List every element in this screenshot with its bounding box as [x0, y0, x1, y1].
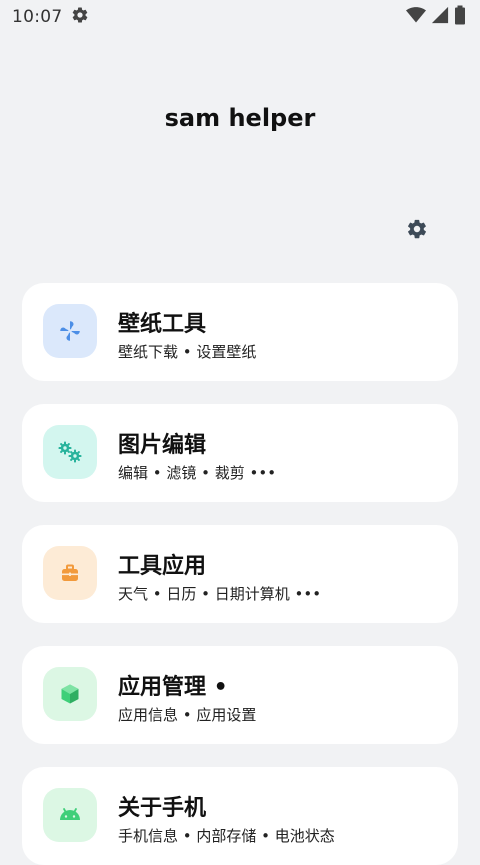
card-image-editing[interactable]: 图片编辑 编辑 • 滤镜 • 裁剪 •••	[22, 404, 458, 502]
card-icon-container	[43, 667, 97, 721]
settings-button[interactable]	[402, 214, 432, 244]
card-subtitle: 天气 • 日历 • 日期计算机 •••	[118, 585, 322, 603]
gear-icon	[408, 219, 426, 239]
card-title: 工具应用	[118, 554, 207, 579]
card-subtitle: 编辑 • 滤镜 • 裁剪 •••	[118, 464, 277, 482]
card-subtitle: 应用信息 • 应用设置	[118, 706, 257, 724]
wifi-icon	[406, 6, 426, 28]
card-title: 关于手机	[118, 796, 207, 821]
status-right	[406, 5, 466, 29]
settings-gear-icon	[71, 6, 89, 28]
card-wallpaper-tools[interactable]: 壁纸工具 壁纸下载 • 设置壁纸	[22, 283, 458, 381]
status-time: 10:07	[12, 7, 63, 27]
status-bar: 10:07	[0, 0, 480, 34]
card-icon-container	[43, 304, 97, 358]
toolbox-icon	[62, 564, 78, 581]
card-app-management[interactable]: 应用管理 • 应用信息 • 应用设置	[22, 646, 458, 744]
card-icon-container	[43, 425, 97, 479]
card-subtitle: 壁纸下载 • 设置壁纸	[118, 343, 257, 361]
card-title: 应用管理 •	[118, 675, 228, 700]
app-title: sam helper	[164, 104, 316, 132]
card-icon-container	[43, 788, 97, 842]
battery-icon	[454, 5, 466, 29]
pinwheel-icon	[60, 321, 80, 341]
android-icon	[60, 808, 80, 820]
signal-icon	[431, 6, 449, 28]
gears-icon	[58, 441, 82, 463]
card-title: 壁纸工具	[118, 312, 207, 337]
status-left: 10:07	[12, 6, 89, 28]
card-title: 图片编辑	[118, 433, 207, 458]
card-icon-container	[43, 546, 97, 600]
card-about-phone[interactable]: 关于手机 手机信息 • 内部存储 • 电池状态	[22, 767, 458, 865]
card-subtitle: 手机信息 • 内部存储 • 电池状态	[118, 827, 335, 845]
card-tool-apps[interactable]: 工具应用 天气 • 日历 • 日期计算机 •••	[22, 525, 458, 623]
cube-icon	[61, 684, 79, 704]
